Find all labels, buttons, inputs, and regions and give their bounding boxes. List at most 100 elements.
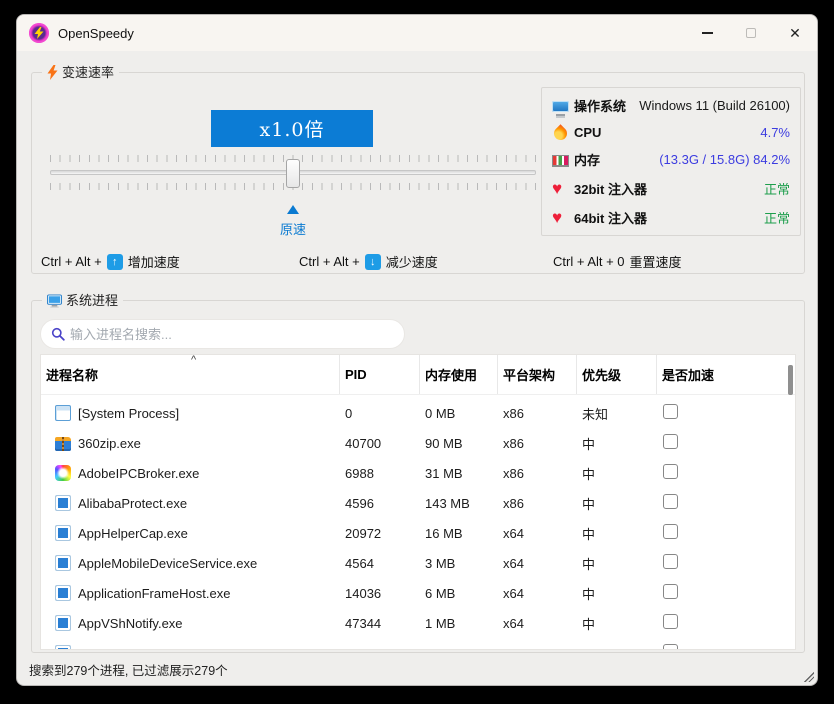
- accelerate-checkbox[interactable]: [663, 434, 678, 449]
- process-priority: 中: [577, 464, 657, 483]
- memory-icon: [552, 155, 569, 167]
- window-title: OpenSpeedy: [58, 26, 134, 41]
- sort-indicator-icon: ^: [191, 354, 196, 366]
- column-header-pid[interactable]: PID: [340, 355, 420, 394]
- process-name: [System Process]: [78, 406, 179, 421]
- close-icon: ✕: [789, 26, 801, 40]
- system-info-label: 32bit 注入器: [574, 179, 647, 198]
- table-row[interactable]: [41, 638, 795, 650]
- system-info-value: 正常: [764, 208, 790, 227]
- minimize-button[interactable]: [685, 15, 729, 51]
- speed-multiplier-button[interactable]: x1.0倍: [211, 110, 373, 147]
- system-info-value: Windows 11 (Build 26100): [639, 98, 790, 113]
- title-bar: OpenSpeedy ✕: [17, 15, 817, 51]
- search-icon: [51, 327, 65, 341]
- speed-section-label: 变速速率: [42, 64, 119, 81]
- speed-section: 变速速率 x1.0倍 原速 Ctrl + Alt + ↑ 增加速度 Ctrl +…: [31, 72, 805, 274]
- lightning-icon: [47, 65, 58, 80]
- process-pid: 47344: [340, 616, 420, 631]
- adobe-icon: [55, 465, 71, 481]
- accelerate-checkbox[interactable]: [663, 554, 678, 569]
- accelerate-checkbox[interactable]: [663, 524, 678, 539]
- system-info-row: 64bit 注入器 正常: [552, 208, 790, 227]
- table-header: ^ 进程名称 PID 内存使用 平台架构 优先级 是否加速: [41, 355, 795, 395]
- process-arch: x86: [498, 496, 577, 511]
- process-arch: x86: [498, 406, 577, 421]
- table-row[interactable]: 360zip.exe 40700 90 MB x86 中: [41, 428, 795, 458]
- system-default-icon: [55, 405, 71, 421]
- process-pid: 20972: [340, 526, 420, 541]
- system-info-label: 操作系统: [574, 96, 626, 115]
- status-bar: 搜索到279个进程, 已过滤展示279个: [17, 654, 817, 685]
- table-row[interactable]: AdobeIPCBroker.exe 6988 31 MB x86 中: [41, 458, 795, 488]
- process-search-box: [40, 319, 405, 349]
- accelerate-checkbox[interactable]: [663, 644, 678, 650]
- accelerate-checkbox[interactable]: [663, 614, 678, 629]
- vertical-scrollbar[interactable]: [788, 365, 793, 395]
- process-memory: 6 MB: [420, 586, 498, 601]
- process-memory: 90 MB: [420, 436, 498, 451]
- accelerate-checkbox[interactable]: [663, 584, 678, 599]
- monitor-icon: [47, 294, 62, 308]
- system-info-value: 4.7%: [760, 125, 790, 140]
- table-row[interactable]: AlibabaProtect.exe 4596 143 MB x86 中: [41, 488, 795, 518]
- shortcut-decrease: Ctrl + Alt + ↓ 减少速度: [299, 252, 438, 271]
- accelerate-checkbox[interactable]: [663, 464, 678, 479]
- app-window: OpenSpeedy ✕ 变速速率 x1.0倍 原速 Ctrl + Alt + …: [16, 14, 818, 686]
- blue-app-icon: [55, 585, 71, 601]
- process-arch: x64: [498, 556, 577, 571]
- table-row[interactable]: ApplicationFrameHost.exe 14036 6 MB x64 …: [41, 578, 795, 608]
- system-info-row: 内存 (13.3G / 15.8G) 84.2%: [552, 150, 790, 169]
- heart-icon: [552, 181, 569, 197]
- resize-grip[interactable]: [804, 672, 814, 682]
- system-info-label: CPU: [574, 125, 601, 140]
- arrow-down-key-icon: ↓: [365, 254, 381, 270]
- flame-icon: [551, 124, 569, 142]
- process-name: AppHelperCap.exe: [78, 526, 188, 541]
- table-row[interactable]: AppVShNotify.exe 47344 1 MB x64 中: [41, 608, 795, 638]
- table-row[interactable]: [System Process] 0 0 MB x86 未知: [41, 398, 795, 428]
- column-header-priority[interactable]: 优先级: [577, 355, 657, 394]
- speed-slider-handle[interactable]: [286, 159, 300, 188]
- process-priority: 未知: [577, 404, 657, 423]
- system-info-panel: 操作系统 Windows 11 (Build 26100) CPU 4.7% 内…: [541, 87, 801, 236]
- status-text: 搜索到279个进程, 已过滤展示279个: [29, 660, 228, 679]
- process-pid: 40700: [340, 436, 420, 451]
- table-row[interactable]: AppHelperCap.exe 20972 16 MB x64 中: [41, 518, 795, 548]
- process-name: AppleMobileDeviceService.exe: [78, 556, 257, 571]
- table-body: [System Process] 0 0 MB x86 未知 360zip.ex…: [41, 395, 795, 650]
- column-header-arch[interactable]: 平台架构: [498, 355, 577, 394]
- close-button[interactable]: ✕: [773, 15, 817, 51]
- search-input[interactable]: [70, 327, 394, 342]
- minimize-icon: [702, 32, 713, 34]
- process-pid: 0: [340, 406, 420, 421]
- system-info-value: 正常: [764, 179, 790, 198]
- process-section-label: 系统进程: [42, 292, 123, 309]
- shortcut-hints: Ctrl + Alt + ↑ 增加速度 Ctrl + Alt + ↓ 减少速度 …: [32, 252, 804, 272]
- maximize-button[interactable]: [729, 15, 773, 51]
- process-memory: 3 MB: [420, 556, 498, 571]
- blue-app-icon: [55, 525, 71, 541]
- process-pid: 4596: [340, 496, 420, 511]
- column-header-accelerate[interactable]: 是否加速: [657, 355, 796, 394]
- process-name: AppVShNotify.exe: [78, 616, 183, 631]
- system-info-label: 64bit 注入器: [574, 208, 647, 227]
- blue-app-icon: [55, 555, 71, 571]
- zip-360-icon: [55, 437, 71, 451]
- process-memory: 0 MB: [420, 406, 498, 421]
- column-header-memory[interactable]: 内存使用: [420, 355, 498, 394]
- process-name: ApplicationFrameHost.exe: [78, 586, 230, 601]
- accelerate-checkbox[interactable]: [663, 494, 678, 509]
- app-logo-icon: [29, 23, 49, 43]
- heart-icon: [552, 210, 569, 226]
- process-name: AdobeIPCBroker.exe: [78, 466, 199, 481]
- shortcut-reset: Ctrl + Alt + 0 重置速度: [553, 252, 682, 271]
- process-priority: 中: [577, 494, 657, 513]
- process-arch: x86: [498, 436, 577, 451]
- process-memory: 1 MB: [420, 616, 498, 631]
- table-row[interactable]: AppleMobileDeviceService.exe 4564 3 MB x…: [41, 548, 795, 578]
- shortcut-increase: Ctrl + Alt + ↑ 增加速度: [41, 252, 180, 271]
- process-arch: x64: [498, 616, 577, 631]
- process-priority: 中: [577, 554, 657, 573]
- accelerate-checkbox[interactable]: [663, 404, 678, 419]
